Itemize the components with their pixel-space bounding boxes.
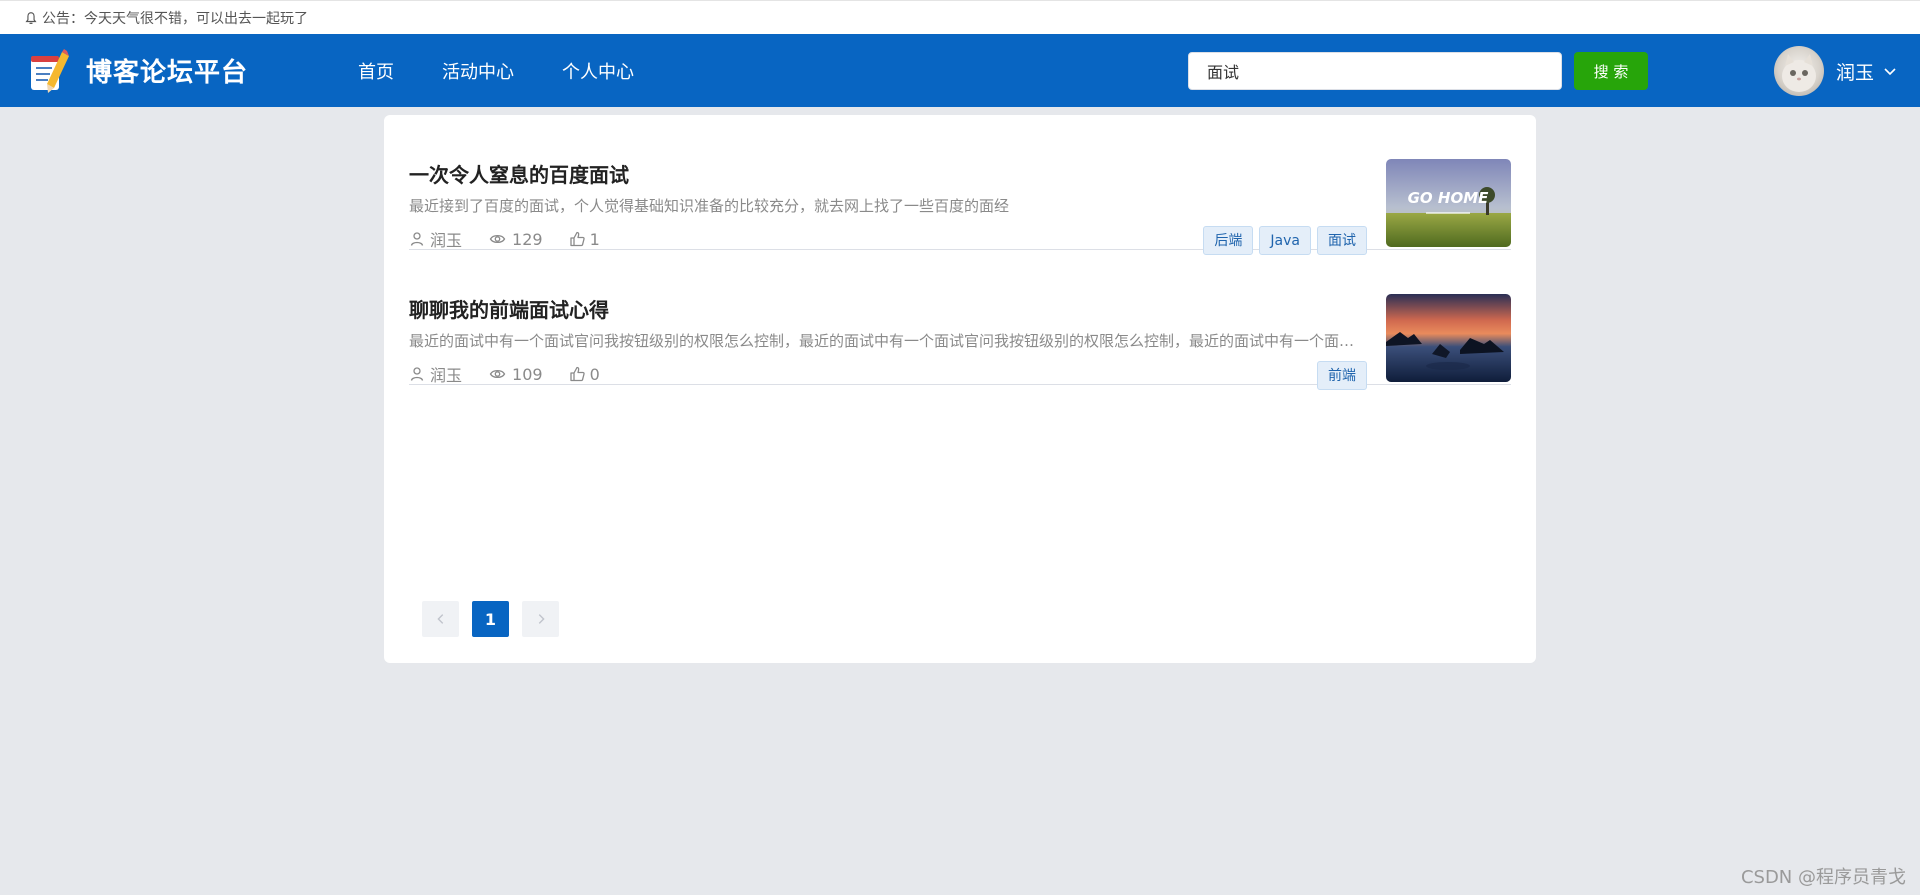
author-name: 润玉 bbox=[430, 231, 463, 250]
views-count: 109 bbox=[512, 364, 543, 384]
navbar: 博客论坛平台 首页 活动中心 个人中心 搜 索 润玉 bbox=[0, 34, 1920, 107]
likes-count: 0 bbox=[589, 364, 600, 384]
search-button[interactable]: 搜 索 bbox=[1574, 52, 1648, 90]
chevron-right-icon bbox=[538, 614, 545, 624]
eye-icon bbox=[489, 369, 506, 379]
views-count: 129 bbox=[512, 229, 543, 249]
avatar[interactable] bbox=[1774, 46, 1824, 96]
list-item[interactable]: 聊聊我的前端面试心得 最近的面试中有一个面试官问我按钮级别的权限怎么控制，最近的… bbox=[409, 250, 1511, 390]
notice-text: 公告：今天天气很不错，可以出去一起玩了 bbox=[42, 10, 308, 27]
main-nav: 首页 活动中心 个人中心 bbox=[358, 58, 682, 84]
post-thumbnail[interactable] bbox=[1386, 294, 1511, 382]
user-menu[interactable]: 润玉 bbox=[1774, 46, 1898, 96]
site-title: 博客论坛平台 bbox=[86, 58, 249, 88]
likes-count: 1 bbox=[589, 229, 600, 249]
user-icon bbox=[410, 232, 424, 246]
post-likes[interactable]: 1 bbox=[569, 230, 600, 249]
search-input[interactable] bbox=[1188, 52, 1562, 90]
chevron-left-icon bbox=[436, 614, 443, 624]
post-title[interactable]: 一次令人窒息的百度面试 bbox=[409, 159, 629, 188]
list-item[interactable]: 一次令人窒息的百度面试 最近接到了百度的面试，个人觉得基础知识准备的比较充分，就… bbox=[409, 115, 1511, 255]
author-name: 润玉 bbox=[430, 366, 463, 385]
post-author: 润玉 bbox=[409, 227, 462, 251]
post-author: 润玉 bbox=[409, 362, 462, 386]
cat-avatar-icon bbox=[1782, 54, 1816, 92]
eye-icon bbox=[489, 234, 506, 244]
bell-icon bbox=[25, 11, 37, 24]
post-meta: 润玉 109 0 bbox=[409, 362, 626, 386]
pagination: 1 bbox=[422, 601, 572, 637]
post-tags: 前端 bbox=[1311, 361, 1367, 390]
post-likes[interactable]: 0 bbox=[569, 365, 600, 384]
post-title[interactable]: 聊聊我的前端面试心得 bbox=[409, 294, 609, 323]
post-views: 109 bbox=[488, 365, 543, 384]
user-icon bbox=[410, 367, 424, 381]
nav-personal-center[interactable]: 个人中心 bbox=[562, 58, 634, 84]
logo[interactable]: 博客论坛平台 bbox=[28, 48, 248, 94]
post-description: 最近的面试中有一个面试官问我按钮级别的权限怎么控制，最近的面试中有一个面试官问我… bbox=[409, 332, 1369, 350]
thumbs-up-icon bbox=[569, 231, 585, 247]
post-meta: 润玉 129 1 bbox=[409, 227, 626, 251]
prev-page-button[interactable] bbox=[422, 601, 459, 637]
thumbnail-image: GO HOME bbox=[1386, 159, 1511, 247]
tag[interactable]: 前端 bbox=[1317, 361, 1367, 390]
notice-bar: 公告：今天天气很不错，可以出去一起玩了 bbox=[0, 0, 1920, 34]
nav-activity-center[interactable]: 活动中心 bbox=[442, 58, 514, 84]
search-bar: 搜 索 bbox=[1188, 52, 1648, 90]
thumbnail-caption: GO HOME bbox=[1408, 189, 1490, 207]
thumbnail-image bbox=[1386, 294, 1511, 382]
post-views: 129 bbox=[488, 230, 543, 249]
notepad-pencil-icon bbox=[31, 48, 69, 93]
nav-home[interactable]: 首页 bbox=[358, 58, 394, 84]
watermark: CSDN @程序员青戈 bbox=[1740, 867, 1906, 888]
thumbs-up-icon bbox=[569, 366, 585, 382]
page-button-current[interactable]: 1 bbox=[472, 601, 509, 637]
next-page-button[interactable] bbox=[522, 601, 559, 637]
chevron-down-icon[interactable] bbox=[1882, 63, 1898, 79]
post-description: 最近接到了百度的面试，个人觉得基础知识准备的比较充分，就去网上找了一些百度的面经 bbox=[409, 197, 1010, 215]
post-list-card: 一次令人窒息的百度面试 最近接到了百度的面试，个人觉得基础知识准备的比较充分，就… bbox=[384, 115, 1536, 663]
post-thumbnail[interactable]: GO HOME bbox=[1386, 159, 1511, 247]
user-name: 润玉 bbox=[1836, 61, 1875, 84]
